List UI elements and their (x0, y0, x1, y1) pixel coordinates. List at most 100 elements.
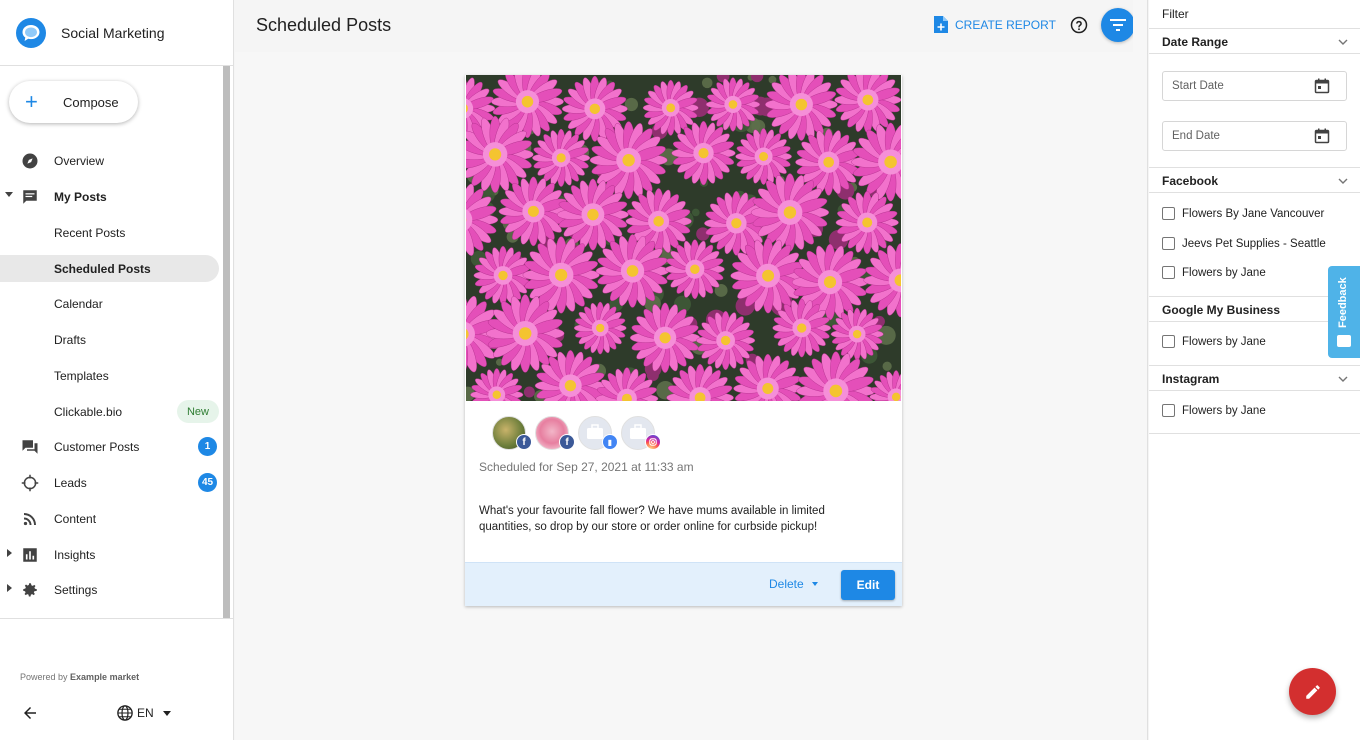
sidebar-item-overview[interactable]: Overview (0, 147, 219, 174)
filter-section-facebook[interactable]: Facebook (1149, 167, 1360, 193)
filter-option[interactable]: Flowers by Jane (1162, 335, 1266, 348)
delete-label: Delete (769, 577, 804, 591)
sidebar-item-clickable-bio[interactable]: Clickable.bio New (0, 398, 219, 425)
filter-section-date-range[interactable]: Date Range (1149, 28, 1360, 54)
option-label: Flowers by Jane (1182, 266, 1266, 279)
globe-icon (117, 705, 133, 721)
post-card: f f ▮ Scheduled for Sep 27, 2021 at 11:3… (465, 75, 902, 606)
powered-by-brand: Example market (70, 672, 140, 682)
sidebar-item-label: Overview (54, 153, 105, 168)
gear-icon (23, 583, 37, 597)
filter-option[interactable]: Flowers by Jane (1162, 404, 1266, 417)
sidebar-item-settings[interactable]: Settings (0, 576, 219, 603)
create-report-button[interactable]: CREATE REPORT (934, 16, 1056, 33)
chevron-down-icon (1338, 39, 1348, 45)
sidebar-scrollbar[interactable] (223, 66, 230, 618)
compass-icon (22, 153, 38, 169)
forum-icon (22, 440, 38, 454)
account-avatar[interactable] (621, 416, 661, 450)
top-bar: Scheduled Posts CREATE REPORT (235, 0, 1135, 52)
sidebar-item-leads[interactable]: Leads 45 (0, 469, 219, 496)
flower-photo (466, 75, 901, 401)
plus-icon: + (25, 89, 38, 114)
filter-option[interactable]: Jeevs Pet Supplies - Seattle (1162, 237, 1326, 250)
delete-button[interactable]: Delete (769, 577, 818, 591)
sidebar-item-scheduled-posts[interactable]: Scheduled Posts (0, 255, 219, 282)
chevron-down-icon (1338, 376, 1348, 382)
sidebar-item-label: Recent Posts (54, 225, 126, 240)
start-date-input[interactable]: Start Date (1162, 71, 1347, 101)
google-my-business-icon: ▮ (602, 434, 618, 450)
option-label: Flowers by Jane (1182, 404, 1266, 417)
sidebar-item-label: Scheduled Posts (54, 261, 151, 276)
divider (1149, 433, 1360, 434)
feedback-icon (1337, 335, 1351, 347)
new-badge: New (176, 400, 219, 423)
sidebar-item-content[interactable]: Content (0, 505, 219, 532)
main-scroll-gutter (1133, 0, 1148, 740)
language-code: EN (137, 706, 154, 720)
compose-fab[interactable] (1289, 668, 1336, 715)
sidebar-item-drafts[interactable]: Drafts (0, 326, 219, 353)
help-icon[interactable] (1070, 16, 1088, 34)
checkbox[interactable] (1162, 207, 1175, 220)
count-badge: 1 (198, 437, 217, 456)
section-label: Instagram (1162, 372, 1220, 386)
checkbox[interactable] (1162, 237, 1175, 250)
account-avatar[interactable]: f (492, 416, 532, 450)
compose-label: Compose (63, 94, 119, 110)
checkbox[interactable] (1162, 404, 1175, 417)
account-avatar[interactable]: ▮ (578, 416, 618, 450)
post-actions: Delete Edit (465, 562, 902, 606)
option-label: Jeevs Pet Supplies - Seattle (1182, 237, 1326, 250)
sidebar-item-insights[interactable]: Insights (0, 541, 219, 568)
edit-button[interactable]: Edit (841, 570, 895, 600)
create-report-label: CREATE REPORT (955, 17, 1056, 32)
add-document-icon (934, 16, 948, 33)
checkbox[interactable] (1162, 266, 1175, 279)
brand: Social Marketing (0, 0, 233, 66)
instagram-icon (645, 434, 661, 450)
powered-by: Powered by Example market (20, 672, 139, 682)
filter-section-instagram[interactable]: Instagram (1149, 365, 1360, 391)
sidebar-item-label: Settings (54, 582, 98, 597)
app-title: Social Marketing (61, 24, 165, 41)
sidebar-item-calendar[interactable]: Calendar (0, 290, 219, 317)
sidebar-item-label: Templates (54, 368, 109, 383)
sidebar-item-recent-posts[interactable]: Recent Posts (0, 219, 219, 246)
sidebar-item-my-posts[interactable]: My Posts (0, 183, 219, 210)
chevron-down-icon (1338, 178, 1348, 184)
option-label: Flowers By Jane Vancouver (1182, 207, 1325, 220)
chat-icon (23, 190, 37, 204)
post-image[interactable] (466, 75, 901, 401)
sidebar-footer: Powered by Example market EN (0, 618, 233, 740)
sidebar-item-templates[interactable]: Templates (0, 362, 219, 389)
filter-button[interactable] (1101, 8, 1135, 42)
end-date-input[interactable]: End Date (1162, 121, 1347, 151)
bar-chart-icon (23, 548, 37, 562)
feedback-tab[interactable]: Feedback (1328, 266, 1360, 358)
pencil-icon (1305, 684, 1320, 699)
checkbox[interactable] (1162, 335, 1175, 348)
back-arrow-icon[interactable] (21, 704, 39, 722)
sidebar-item-label: Customer Posts (54, 439, 140, 454)
scheduled-time: Scheduled for Sep 27, 2021 at 11:33 am (479, 460, 694, 474)
caret-down-icon (5, 192, 13, 197)
sidebar-item-customer-posts[interactable]: Customer Posts 1 (0, 433, 219, 460)
calendar-icon[interactable] (1314, 78, 1330, 94)
section-label: Date Range (1162, 35, 1229, 49)
filter-icon (1110, 19, 1126, 31)
page-title: Scheduled Posts (256, 15, 392, 35)
calendar-icon[interactable] (1314, 128, 1330, 144)
compose-button[interactable]: + Compose (9, 81, 138, 123)
filter-title: Filter (1162, 7, 1189, 21)
filter-option[interactable]: Flowers by Jane (1162, 266, 1266, 279)
post-text: What's your favourite fall flower? We ha… (479, 505, 825, 533)
caret-down-icon (162, 710, 171, 716)
language-selector[interactable]: EN (116, 704, 171, 722)
powered-by-label: Powered by (20, 672, 68, 682)
start-date-placeholder: Start Date (1172, 80, 1224, 92)
rss-icon (23, 513, 36, 526)
filter-option[interactable]: Flowers By Jane Vancouver (1162, 207, 1324, 220)
account-avatar[interactable]: f (535, 416, 575, 450)
